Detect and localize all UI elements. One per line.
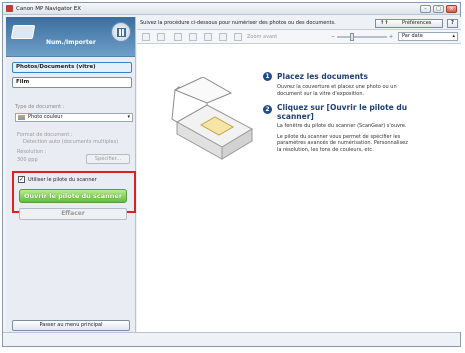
sort-select[interactable]: Par date ▴ — [398, 32, 458, 41]
zoom-slider-thumb[interactable] — [350, 33, 354, 41]
resolution-label: Résolution : — [17, 149, 47, 155]
step-2-text: La fenêtre du pilote du scanner (ScanGea… — [277, 123, 408, 153]
preferences-button[interactable]: ↑↑ Préférences — [375, 19, 443, 28]
step-1-text: Ouvrez la couverture et placez une photo… — [277, 84, 397, 97]
rotate-left-icon[interactable] — [174, 33, 182, 41]
mode-label: Num./Importer — [46, 39, 96, 46]
help-button[interactable]: ? — [447, 19, 458, 28]
main-menu-button[interactable]: Passer au menu principal — [12, 320, 130, 331]
document-type-select[interactable]: Photo couleur ▾ — [15, 113, 133, 122]
minimize-icon[interactable]: – — [420, 5, 431, 13]
app-icon — [6, 5, 13, 12]
specify-button[interactable]: Spécifier... — [86, 154, 130, 164]
zoom-out-icon[interactable]: − — [331, 34, 335, 40]
select-all-icon[interactable] — [142, 33, 150, 41]
open-scanner-driver-button[interactable]: Ouvrir le pilote du scanner — [19, 189, 127, 203]
chevron-down-icon: ▾ — [127, 114, 130, 120]
maximize-icon[interactable]: □ — [433, 5, 444, 13]
resolution-value: 300 ppp — [17, 157, 38, 163]
rotate-right-icon[interactable] — [189, 33, 197, 41]
grid-icon — [117, 28, 126, 37]
toolbar: Zoom avant − + Par date ▴ — [137, 30, 461, 44]
instruction-text: Suivez la procédure ci-dessous pour numé… — [140, 20, 336, 26]
preferences-icon: ↑↑ — [380, 20, 389, 26]
zoom-slider[interactable] — [337, 36, 387, 38]
zoom-in-icon[interactable]: + — [389, 34, 393, 40]
use-driver-row[interactable]: ✓ Utiliser le pilote du scanner — [18, 176, 97, 183]
view-mode-button[interactable] — [111, 22, 131, 42]
title-bar: Canon MP Navigator EX – □ × — [3, 3, 460, 15]
preferences-label: Préférences — [401, 20, 432, 26]
tab-photos-documents[interactable]: Photos/Documents (vitre) — [12, 62, 132, 73]
deselect-icon[interactable] — [157, 33, 165, 41]
zoom-icon[interactable] — [234, 33, 242, 41]
instruction-bar: Suivez la procédure ci-dessous pour numé… — [137, 17, 461, 30]
status-bar — [3, 332, 460, 346]
use-driver-label: Utiliser le pilote du scanner — [28, 176, 97, 183]
close-icon[interactable]: × — [446, 5, 457, 13]
photo-icon — [18, 115, 25, 120]
step-1-title: Placez les documents — [277, 72, 368, 81]
crop-icon[interactable] — [219, 33, 227, 41]
sort-select-value: Par date — [402, 33, 423, 39]
mode-header: Num./Importer — [6, 17, 135, 57]
step-2-badge: 2 — [263, 105, 272, 114]
step-1-badge: 1 — [263, 72, 272, 81]
scanner-illustration — [171, 77, 254, 160]
zoom-label: Zoom avant — [247, 34, 278, 40]
erase-button[interactable]: Effacer — [19, 208, 127, 220]
scanner-icon — [10, 25, 36, 39]
document-format-label: Format de document : — [17, 132, 73, 138]
tab-film[interactable]: Film — [12, 77, 132, 88]
document-type-value: Photo couleur — [28, 114, 63, 120]
document-format-value: Détection auto (documents multiples) — [23, 139, 119, 145]
left-panel: Num./Importer Photos/Documents (vitre) F… — [6, 17, 136, 332]
step-2-title: Cliquez sur [Ouvrir le pilote du scanner… — [277, 103, 408, 121]
document-type-label: Type de document : — [15, 104, 65, 110]
use-driver-checkbox[interactable]: ✓ — [18, 176, 25, 183]
app-window: Canon MP Navigator EX – □ × Num./Importe… — [2, 2, 461, 347]
window-title: Canon MP Navigator EX — [16, 5, 82, 12]
chevron-up-icon: ▴ — [452, 33, 455, 39]
correct-icon[interactable] — [204, 33, 212, 41]
right-panel: Suivez la procédure ci-dessous pour numé… — [137, 17, 461, 332]
